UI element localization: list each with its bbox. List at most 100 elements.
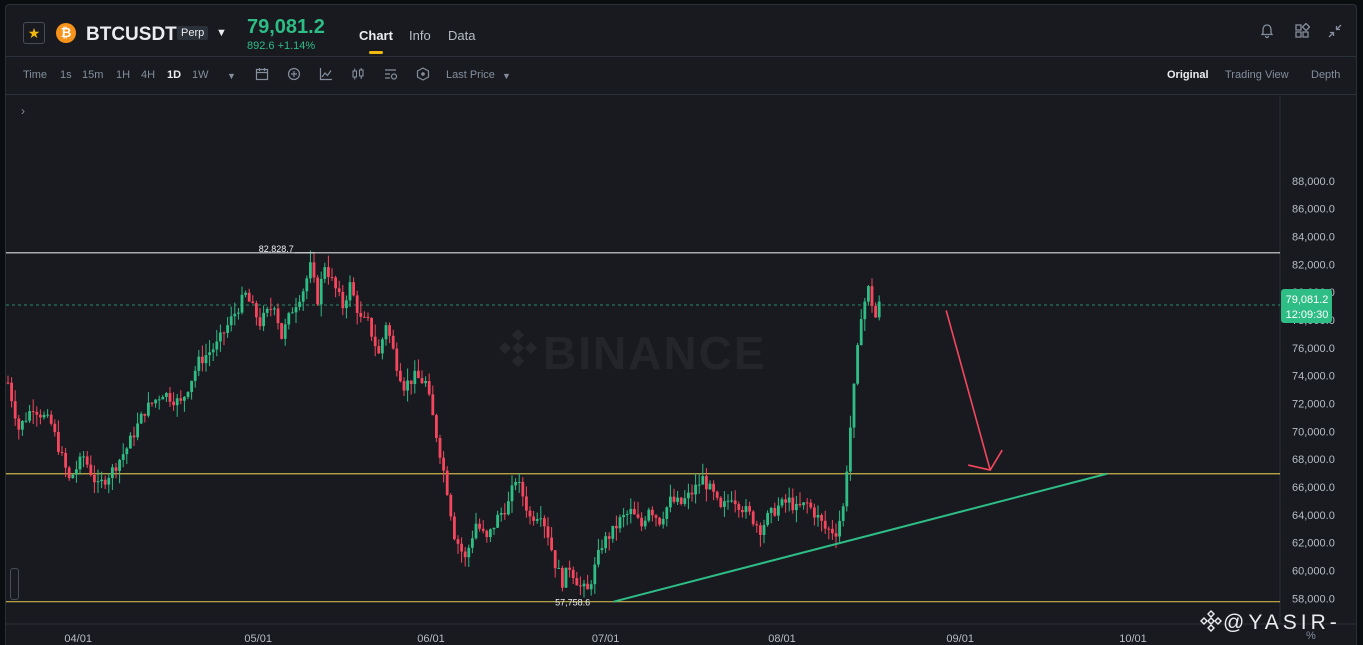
indicator-icon[interactable] <box>318 67 334 83</box>
plus-circle-icon[interactable] <box>286 67 302 83</box>
candle-type-icon[interactable] <box>350 67 366 83</box>
candle-body <box>870 286 874 306</box>
grid-icon[interactable] <box>1293 22 1311 41</box>
candle-body <box>510 485 514 502</box>
candle-body <box>345 300 348 309</box>
candle-body <box>89 464 93 475</box>
candle-body <box>489 529 492 538</box>
candle-body <box>611 525 615 539</box>
candle-body <box>633 508 636 515</box>
tab-chart[interactable]: Chart <box>359 28 393 43</box>
candle-body <box>384 325 388 340</box>
candle-body <box>215 341 219 350</box>
candle-body <box>381 339 384 354</box>
bell-icon[interactable] <box>1258 23 1276 41</box>
candle-body <box>85 456 89 465</box>
candle-body <box>647 509 651 521</box>
template-icon[interactable] <box>415 67 431 83</box>
interval-1w[interactable]: 1W <box>192 69 209 81</box>
price-change: 892.6 +1.14% <box>247 40 316 52</box>
interval-1d[interactable]: 1D <box>167 69 181 81</box>
candle-body <box>557 567 561 569</box>
candle-body <box>82 456 85 458</box>
price-type-select[interactable]: Last Price <box>446 69 495 81</box>
tab-data[interactable]: Data <box>448 28 475 43</box>
candle-body <box>370 317 373 337</box>
candle-body <box>111 467 114 479</box>
candle-body <box>514 482 517 486</box>
candle-body <box>71 474 75 479</box>
candle-body <box>341 291 345 309</box>
trading-panel: ★ ₿ BTCUSDT Perp ▼ 79,081.2 892.6 +1.14%… <box>5 4 1357 645</box>
candle-body <box>309 262 312 279</box>
candle-body <box>672 496 676 502</box>
scroll-handle[interactable] <box>10 568 19 600</box>
projection-arrow-line[interactable] <box>945 310 991 471</box>
interval-time[interactable]: Time <box>23 69 47 81</box>
candle-body <box>802 502 805 506</box>
price-axis-label: 66,000.0 <box>1292 482 1335 494</box>
view-original[interactable]: Original <box>1167 69 1209 81</box>
calendar-icon[interactable] <box>254 67 270 83</box>
candle-body <box>762 524 766 535</box>
candle-body <box>301 291 305 302</box>
interval-15m[interactable]: 15m <box>82 69 103 81</box>
candle-body <box>409 380 413 385</box>
candle-body <box>589 584 593 590</box>
view-depth[interactable]: Depth <box>1311 69 1340 81</box>
price-axis-label: 58,000.0 <box>1292 593 1335 605</box>
current-price-countdown: 12:09:30 <box>1286 309 1329 321</box>
candle-body <box>31 411 35 413</box>
candle-body <box>442 457 445 471</box>
candle-body <box>690 492 694 495</box>
tab-info[interactable]: Info <box>409 28 431 43</box>
candle-body <box>687 492 690 499</box>
candle-body <box>100 479 103 482</box>
candle-body <box>388 325 391 336</box>
chart-area[interactable]: BINANCE › 88,000.0 86,000.0 84,000.0 82,000… <box>6 96 1356 645</box>
price-axis-label: 72,000.0 <box>1292 399 1335 411</box>
price-axis-label: 62,000.0 <box>1292 538 1335 550</box>
candle-body <box>399 370 402 382</box>
interval-dropdown-icon[interactable]: ▼ <box>227 71 236 81</box>
settings-list-icon[interactable] <box>383 67 399 83</box>
current-price-tag-value: 79,081.2 <box>1286 294 1329 306</box>
percent-scale-toggle[interactable]: % <box>1306 630 1316 642</box>
binance-logo-icon <box>1200 610 1222 632</box>
star-icon[interactable]: ★ <box>23 22 45 44</box>
candle-body <box>568 567 571 570</box>
candle-body <box>636 514 640 518</box>
candle-body <box>805 502 809 504</box>
interval-1s[interactable]: 1s <box>60 69 72 81</box>
candle-body <box>334 277 337 289</box>
symbol-name[interactable]: BTCUSDT <box>86 24 177 46</box>
candle-body <box>103 479 107 485</box>
candle-body <box>877 301 881 318</box>
candle-body <box>679 497 683 504</box>
candle-body <box>777 505 780 516</box>
candle-body <box>219 332 222 342</box>
symbol-dropdown-icon[interactable]: ▼ <box>216 27 227 39</box>
candle-body <box>543 518 546 527</box>
candle-body <box>348 282 352 301</box>
candle-body <box>744 506 748 513</box>
candle-body <box>820 515 823 521</box>
candle-body <box>651 509 654 516</box>
candle-body <box>431 394 435 416</box>
candle-body <box>190 380 193 393</box>
interval-4h[interactable]: 4H <box>141 69 155 81</box>
candle-body <box>579 585 582 587</box>
view-trading-view[interactable]: Trading View <box>1225 69 1289 81</box>
price-type-dropdown-icon[interactable]: ▼ <box>502 71 511 81</box>
candle-body <box>319 278 323 305</box>
candle-body <box>784 499 787 503</box>
candle-body <box>539 518 543 520</box>
interval-1h[interactable]: 1H <box>116 69 130 81</box>
candle-body <box>564 567 568 588</box>
candle-body <box>283 324 287 339</box>
candle-body <box>10 382 13 402</box>
candle-body <box>769 507 773 513</box>
collapse-icon[interactable] <box>1326 23 1344 41</box>
candle-body <box>460 543 463 552</box>
time-axis-label: 10/01 <box>1119 633 1147 645</box>
